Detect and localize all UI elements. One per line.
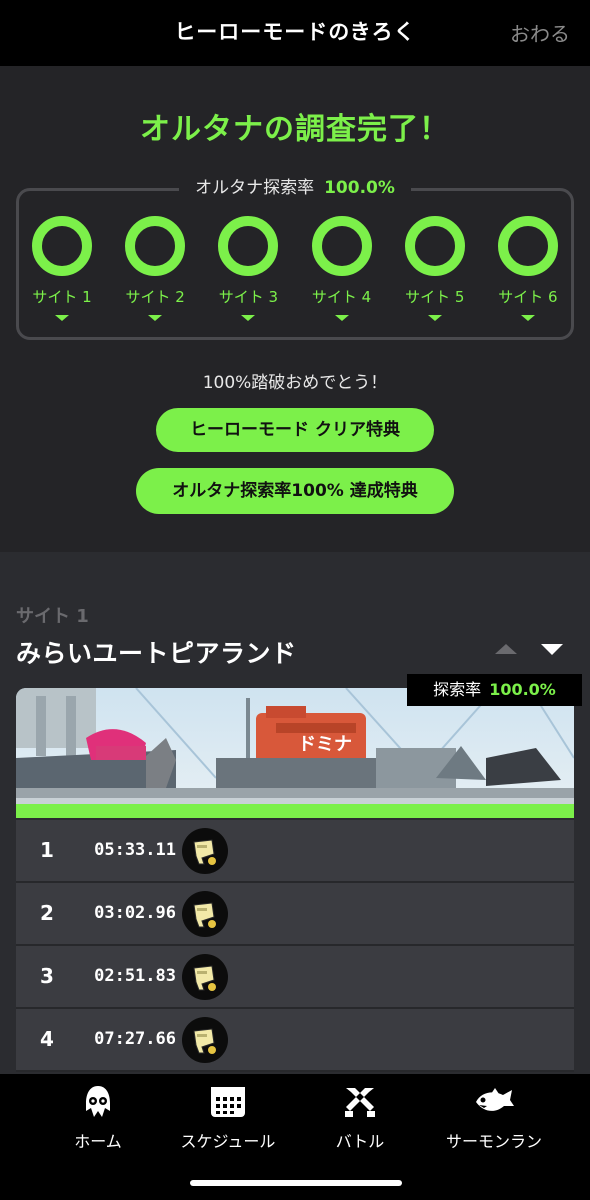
completion-headline: オルタナの調査完了！ xyxy=(140,112,450,147)
triangle-down-icon xyxy=(520,315,535,321)
site-list: サイト 1 サイト 2 サイト 3 サイト 4 サイト 5 サイト 6 xyxy=(22,216,568,326)
tab-label: サーモンラン xyxy=(445,1132,542,1151)
weapon-badge-icon xyxy=(182,891,228,937)
record-row[interactable]: 4 07:27.66 xyxy=(16,1009,574,1072)
site-1-button[interactable]: サイト 1 xyxy=(22,216,102,326)
triangle-down-icon xyxy=(241,315,256,321)
stage-exploration-rate: 探索率 100.0% xyxy=(407,674,582,706)
exploration-rate-label: オルタナ探索率 xyxy=(195,178,315,198)
tab-label: ホーム xyxy=(74,1132,122,1151)
battle-icon xyxy=(290,1084,430,1120)
site-5-button[interactable]: サイト 5 xyxy=(395,216,475,326)
site-3-button[interactable]: サイト 3 xyxy=(208,216,288,326)
site-ring-icon xyxy=(125,216,186,276)
tab-home[interactable]: ホーム xyxy=(28,1084,168,1152)
site-ring-icon xyxy=(218,216,279,276)
stage-progress-bar xyxy=(16,804,574,818)
triangle-down-icon xyxy=(334,315,349,321)
site-ring-icon xyxy=(497,216,558,276)
site-label: サイト 5 xyxy=(405,288,465,306)
tab-salmon-run[interactable]: サーモンラン xyxy=(424,1084,564,1152)
site-ring-icon xyxy=(32,216,92,276)
triangle-down-icon xyxy=(55,315,69,321)
stage-rate-value: 100.0% xyxy=(489,680,556,699)
record-time: 03:02.96 xyxy=(94,903,176,923)
congrats-text: 100%踏破おめでとう！ xyxy=(202,373,388,393)
stage-name: みらいユートピアランド xyxy=(16,639,297,668)
page-title: ヒーローモードのきろく xyxy=(174,20,416,44)
site-ring-icon xyxy=(311,216,372,276)
record-time: 05:33.11 xyxy=(94,840,176,860)
stage-banner-image: ドミナ xyxy=(16,688,574,818)
triangle-down-icon xyxy=(427,315,442,321)
site-label: サイト 1 xyxy=(32,288,92,306)
exploration-rate-value: 100.0% xyxy=(324,178,395,198)
svg-text:ドミナ: ドミナ xyxy=(298,734,352,755)
record-number: 2 xyxy=(40,901,54,925)
home-indicator[interactable] xyxy=(190,1180,402,1186)
close-button[interactable]: おわる xyxy=(510,18,570,47)
site-ring-icon xyxy=(404,216,465,276)
record-number: 3 xyxy=(40,964,54,988)
tab-schedule[interactable]: スケジュール xyxy=(158,1084,298,1152)
site-label: サイト 6 xyxy=(498,288,558,306)
record-row[interactable]: 3 02:51.83 xyxy=(16,946,574,1009)
weapon-badge-icon xyxy=(182,828,228,874)
site-6-button[interactable]: サイト 6 xyxy=(488,216,568,326)
site-label: サイト 2 xyxy=(125,288,185,306)
tab-label: バトル xyxy=(335,1132,385,1151)
record-row[interactable]: 1 05:33.11 xyxy=(16,820,574,883)
salmon-icon xyxy=(424,1084,564,1120)
hero-clear-reward-button[interactable]: ヒーローモード クリア特典 xyxy=(156,408,434,452)
site-label: サイト 3 xyxy=(218,288,279,306)
squid-icon xyxy=(28,1084,168,1120)
summary-panel: オルタナの調査完了！ オルタナ探索率 100.0% サイト 1 サイト 2 サイト… xyxy=(0,66,590,552)
calendar-icon xyxy=(158,1084,298,1120)
site-label: サイト 4 xyxy=(311,288,372,306)
next-site-arrow-icon[interactable] xyxy=(541,644,563,655)
record-number: 1 xyxy=(40,838,54,862)
record-time: 02:51.83 xyxy=(94,966,176,986)
triangle-down-icon xyxy=(148,315,163,321)
site-2-button[interactable]: サイト 2 xyxy=(115,216,195,326)
site-number: サイト 1 xyxy=(16,606,89,627)
tab-label: スケジュール xyxy=(180,1132,276,1151)
weapon-badge-icon xyxy=(182,954,228,1000)
record-list: 1 05:33.11 2 03:02.96 3 02:51.83 4 07:27… xyxy=(16,820,574,1072)
weapon-badge-icon xyxy=(182,1017,228,1063)
stage-illustration: ドミナ xyxy=(16,688,574,818)
tab-battle[interactable]: バトル xyxy=(290,1084,430,1152)
exploration-rate: オルタナ探索率 100.0% xyxy=(0,173,590,198)
stage-rate-label: 探索率 xyxy=(433,680,482,699)
record-time: 07:27.66 xyxy=(94,1029,176,1049)
record-number: 4 xyxy=(40,1027,54,1051)
exploration-reward-button[interactable]: オルタナ探索率100% 達成特典 xyxy=(136,468,454,514)
previous-site-arrow-icon[interactable] xyxy=(495,644,517,654)
site-detail-panel: サイト 1 みらいユートピアランド ドミナ 探索率 100.0% 1 05:33… xyxy=(0,552,590,1074)
record-row[interactable]: 2 03:02.96 xyxy=(16,883,574,946)
site-4-button[interactable]: サイト 4 xyxy=(302,216,382,326)
top-bar: ヒーローモードのきろく おわる xyxy=(0,0,590,66)
